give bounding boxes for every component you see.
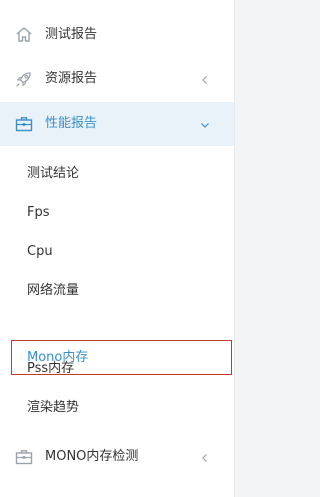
- submenu-item-label: Fps: [27, 205, 50, 220]
- chevron-left-icon: [198, 72, 212, 86]
- menu-item-test-report[interactable]: 测试报告: [0, 13, 234, 57]
- sidebar-menu: 测试报告 资源报告 性能报告 测试结论 Fps Cpu 网络流量 Mono内存 …: [0, 0, 235, 497]
- submenu-item-test-conclusion[interactable]: 测试结论: [0, 159, 234, 189]
- menu-item-label: 性能报告: [45, 116, 98, 131]
- menu-item-label: MONO内存检测: [45, 449, 139, 464]
- home-icon: [14, 25, 34, 45]
- chevron-down-icon: [198, 117, 212, 131]
- menu-item-resource-report[interactable]: 资源报告: [0, 57, 234, 101]
- submenu-item-label: 网络流量: [27, 283, 80, 298]
- menu-item-mono-memory-check[interactable]: MONO内存检测: [0, 435, 234, 479]
- rocket-icon: [14, 69, 34, 89]
- toolbox-icon: [14, 447, 34, 467]
- submenu-item-label: Cpu: [27, 244, 53, 259]
- submenu-item-fps[interactable]: Fps: [0, 198, 234, 228]
- submenu-item-network-traffic[interactable]: 网络流量: [0, 276, 234, 306]
- chevron-left-icon: [198, 450, 212, 464]
- menu-item-label: 测试报告: [45, 27, 98, 42]
- menu-item-label: 资源报告: [45, 71, 98, 86]
- menu-item-performance-report[interactable]: 性能报告: [0, 102, 234, 146]
- submenu-item-label: 测试结论: [27, 166, 80, 181]
- submenu-item-pss-memory[interactable]: Pss内存: [0, 354, 234, 384]
- toolbox-icon: [14, 114, 34, 134]
- submenu-item-cpu[interactable]: Cpu: [0, 237, 234, 267]
- submenu-item-label: Pss内存: [27, 361, 75, 376]
- submenu-item-label: 渲染趋势: [27, 400, 80, 415]
- submenu-item-render-trend[interactable]: 渲染趋势: [0, 393, 234, 423]
